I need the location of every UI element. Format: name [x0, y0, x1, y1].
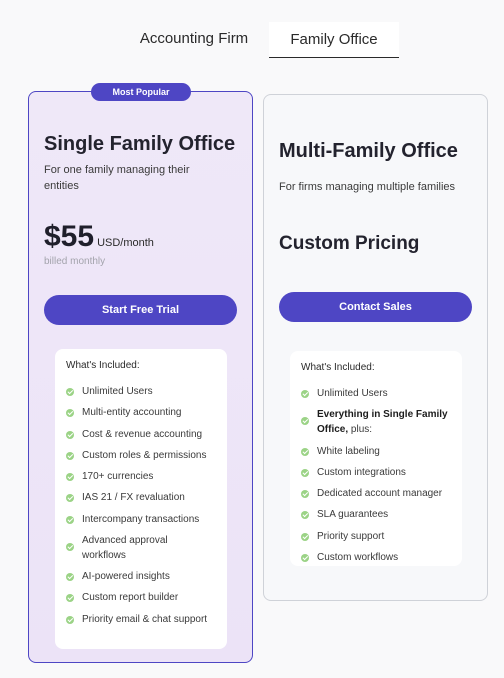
feature-line: Advanced approval — [82, 535, 168, 546]
check-icon — [301, 468, 309, 477]
feature-strong: Office, — [317, 424, 349, 435]
price-unit: USD/month — [97, 237, 154, 249]
price-amount: $55 — [44, 220, 95, 253]
list-item: SLA guarantees — [301, 507, 388, 522]
list-item: Unlimited Users — [66, 384, 153, 399]
list-item: AI-powered insights — [66, 569, 170, 584]
check-icon — [301, 510, 309, 519]
plan-description-line: For one family managing their — [44, 164, 190, 176]
list-item: Priority email & chat support — [66, 612, 207, 627]
plan-title: Single Family Office — [44, 133, 236, 155]
feature-suffix: plus: — [350, 424, 373, 435]
check-icon — [301, 553, 309, 562]
contact-sales-button[interactable]: Contact Sales — [279, 292, 472, 322]
tab-accounting-firm[interactable]: Accounting Firm — [126, 22, 262, 58]
feature-label: White labeling — [317, 446, 380, 457]
feature-label: Custom report builder — [82, 592, 179, 603]
included-title: What's Included: — [66, 360, 140, 371]
feature-line: workflows — [82, 550, 126, 561]
check-icon — [66, 451, 74, 460]
list-item: White labeling — [301, 444, 380, 459]
list-item: Advanced approval workflows — [66, 533, 168, 563]
check-icon — [66, 542, 74, 551]
plan-description: For firms managing multiple families — [279, 181, 456, 193]
start-free-trial-button[interactable]: Start Free Trial — [44, 295, 237, 325]
check-icon — [66, 515, 74, 524]
feature-label: IAS 21 / FX revaluation — [82, 492, 185, 503]
list-item: IAS 21 / FX revaluation — [66, 490, 185, 505]
feature-label: Custom workflows — [317, 552, 399, 563]
included-features-panel: What's Included: Unlimited Users Everyth… — [290, 351, 462, 566]
check-icon — [301, 389, 309, 398]
check-icon — [301, 532, 309, 541]
included-features-panel: What's Included: Unlimited Users Multi-e… — [55, 349, 227, 649]
feature-label: Cost & revenue accounting — [82, 429, 203, 440]
tab-family-office[interactable]: Family Office — [269, 22, 399, 58]
check-icon — [66, 493, 74, 502]
list-item: Dedicated account manager — [301, 486, 442, 501]
check-icon — [66, 615, 74, 624]
billing-period: billed monthly — [44, 256, 106, 267]
feature-label: Unlimited Users — [82, 386, 153, 397]
feature-label: Intercompany transactions — [82, 514, 200, 525]
feature-label: Dedicated account manager — [317, 488, 443, 499]
plan-title: Multi-Family Office — [279, 140, 458, 162]
list-item: Custom integrations — [301, 465, 406, 480]
feature-label: Priority support — [317, 531, 385, 542]
feature-label: AI-powered insights — [82, 571, 170, 582]
most-popular-badge: Most Popular — [91, 83, 191, 101]
check-icon — [301, 489, 309, 498]
feature-label: Advanced approval workflows — [82, 533, 168, 563]
single-family-office-card: Most Popular Single Family Office For on… — [28, 83, 253, 663]
custom-pricing: Custom Pricing — [279, 233, 420, 254]
plan-type-tabs: Accounting Firm Family Office — [0, 22, 504, 58]
feature-label: Everything in Single Family Office, plus: — [317, 407, 448, 437]
check-icon — [66, 472, 74, 481]
list-item: Multi-entity accounting — [66, 405, 182, 420]
list-item: Custom workflows — [301, 550, 398, 565]
list-item: Custom roles & permissions — [66, 448, 206, 463]
list-item: Custom report builder — [66, 590, 178, 605]
check-icon — [301, 447, 309, 456]
multi-family-office-card: Multi-Family Office For firms managing m… — [263, 94, 488, 601]
check-icon — [66, 387, 74, 396]
list-item: 170+ currencies — [66, 469, 153, 484]
check-icon — [66, 593, 74, 602]
feature-label: Multi-entity accounting — [82, 407, 182, 418]
check-icon — [301, 416, 309, 425]
list-item: Everything in Single Family Office, plus: — [301, 407, 448, 437]
feature-label: SLA guarantees — [317, 509, 389, 520]
feature-label: Custom roles & permissions — [82, 450, 207, 461]
feature-label: Priority email & chat support — [82, 614, 208, 625]
feature-label: Unlimited Users — [317, 388, 388, 399]
feature-label: Custom integrations — [317, 467, 406, 478]
feature-label: 170+ currencies — [82, 471, 154, 482]
check-icon — [66, 572, 74, 581]
list-item: Unlimited Users — [301, 386, 388, 401]
price-row: $55 USD/month — [44, 220, 154, 254]
check-icon — [66, 430, 74, 439]
check-icon — [66, 408, 74, 417]
plan-description-line: entities — [44, 180, 79, 192]
list-item: Cost & revenue accounting — [66, 427, 202, 442]
list-item: Priority support — [301, 529, 384, 544]
feature-strong: Everything in Single Family — [317, 409, 448, 420]
included-title: What's Included: — [301, 362, 375, 373]
plan-description: For one family managing their entities — [44, 162, 244, 194]
list-item: Intercompany transactions — [66, 512, 199, 527]
